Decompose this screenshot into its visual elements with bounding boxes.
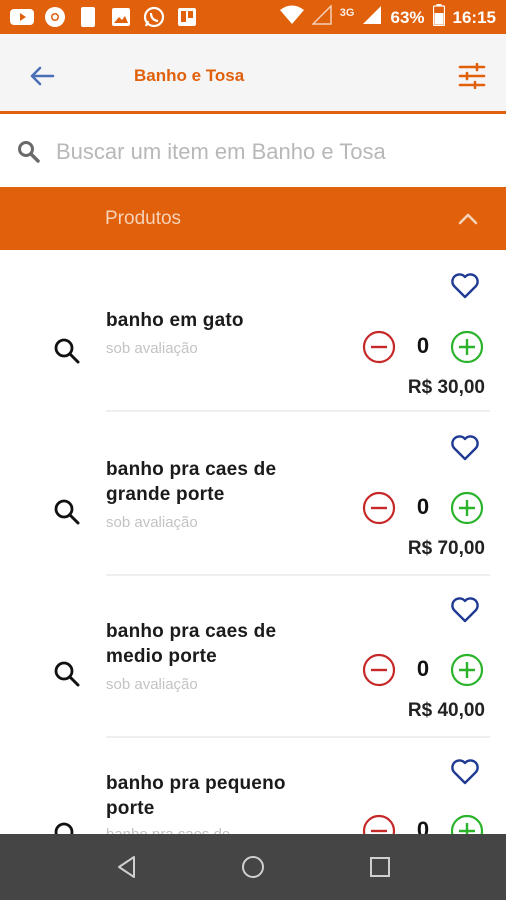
minus-circle-icon[interactable] [362, 653, 396, 687]
chevron-up-icon [458, 213, 478, 225]
product-price: R$ 40,00 [407, 700, 485, 721]
plus-circle-icon[interactable] [450, 330, 484, 364]
home-circle-icon[interactable] [240, 854, 266, 880]
product-status: sob avaliação [106, 676, 198, 693]
magnifier-icon[interactable] [52, 497, 82, 527]
quantity-stepper: 0 [362, 814, 484, 834]
filter-button[interactable] [454, 58, 490, 94]
back-button[interactable] [24, 58, 60, 94]
divider [106, 410, 490, 412]
battery-icon [432, 4, 445, 31]
product-status: banho pra caes de [106, 826, 230, 834]
product-name: banho em gato [106, 310, 244, 331]
search-input[interactable] [56, 135, 486, 169]
quantity-value: 0 [416, 494, 430, 519]
list-item: banho pra caes de medio porte sob avalia… [0, 576, 506, 738]
list-item: banho pra caes de grande porte sob avali… [0, 414, 506, 576]
list-item: banho em gato sob avaliação 0 R$ 30,00 [0, 250, 506, 412]
app-bar: Banho e Tosa [0, 34, 506, 114]
product-price: R$ 70,00 [407, 538, 485, 559]
quantity-value: 0 [416, 817, 430, 834]
sim-icon [76, 6, 100, 28]
quantity-value: 0 [416, 656, 430, 681]
plus-circle-icon[interactable] [450, 814, 484, 834]
arrow-left-icon [30, 66, 55, 86]
page-title: Banho e Tosa [134, 66, 245, 85]
product-name: banho pra pequeno porte [106, 773, 286, 819]
minus-circle-icon[interactable] [362, 491, 396, 525]
product-name: banho pra caes de medio porte [106, 621, 277, 667]
wifi-icon [279, 5, 304, 30]
product-name: banho pra caes de grande porte [106, 459, 277, 505]
minus-circle-icon[interactable] [362, 814, 396, 834]
clock: 16:15 [452, 7, 496, 27]
quantity-value: 0 [416, 333, 430, 358]
quantity-stepper: 0 [362, 330, 484, 364]
gallery-icon [109, 6, 133, 28]
heart-icon[interactable] [450, 434, 480, 462]
product-price: R$ 30,00 [407, 377, 485, 398]
search-icon [18, 141, 40, 163]
sliders-icon [458, 63, 486, 89]
chrome-icon [43, 6, 67, 28]
signal-empty-icon [310, 4, 332, 30]
heart-icon[interactable] [450, 596, 480, 624]
search-bar [0, 117, 506, 187]
battery-percent: 63% [390, 7, 425, 27]
plus-circle-icon[interactable] [450, 653, 484, 687]
product-list: banho em gato sob avaliação 0 R$ 30,00 b… [0, 250, 506, 834]
trello-icon [175, 6, 199, 28]
plus-circle-icon[interactable] [450, 491, 484, 525]
product-status: sob avaliação [106, 514, 198, 531]
magnifier-icon[interactable] [52, 820, 82, 834]
section-header-produtos[interactable]: Produtos [0, 187, 506, 250]
network-type: 3G [339, 6, 355, 19]
minus-circle-icon[interactable] [362, 330, 396, 364]
signal-icon [362, 5, 382, 30]
heart-icon[interactable] [450, 272, 480, 300]
whatsapp-icon [142, 6, 166, 28]
list-item: banho pra pequeno porte banho pra caes d… [0, 738, 506, 834]
magnifier-icon[interactable] [52, 659, 82, 689]
recents-square-icon[interactable] [367, 854, 393, 880]
back-triangle-icon[interactable] [114, 854, 140, 880]
system-nav-bar [0, 834, 506, 900]
quantity-stepper: 0 [362, 653, 484, 687]
quantity-stepper: 0 [362, 491, 484, 525]
youtube-icon [10, 6, 34, 28]
status-bar: 3G 63% 16:15 [0, 0, 506, 34]
heart-icon[interactable] [450, 758, 480, 786]
product-status: sob avaliação [106, 340, 198, 357]
section-title: Produtos [105, 208, 182, 229]
magnifier-icon[interactable] [52, 336, 82, 366]
